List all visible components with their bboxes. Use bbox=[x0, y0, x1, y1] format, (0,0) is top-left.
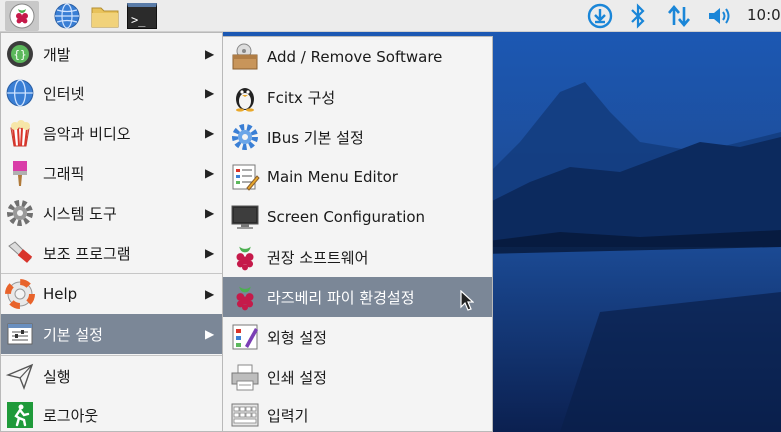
network-tray-icon[interactable] bbox=[664, 0, 694, 32]
raspberry-icon bbox=[9, 3, 35, 29]
chevron-right-icon: ▶ bbox=[205, 287, 215, 301]
bluetooth-icon bbox=[631, 3, 645, 29]
web-browser-launcher[interactable] bbox=[50, 1, 84, 31]
package-icon bbox=[229, 41, 261, 73]
volume-icon bbox=[709, 8, 730, 24]
keyboard-icon bbox=[229, 399, 261, 431]
chevron-right-icon: ▶ bbox=[205, 246, 215, 260]
menu-item-internet[interactable]: 인터넷 ▶ bbox=[1, 74, 222, 112]
download-icon bbox=[587, 3, 613, 29]
preferences-submenu: Add / Remove Software Fcitx 구성 IBus 기본 설… bbox=[222, 36, 493, 432]
bluetooth-tray-icon[interactable] bbox=[625, 0, 651, 32]
menu-separator bbox=[1, 355, 222, 356]
raspberry-icon bbox=[229, 241, 261, 273]
main-menu: {} 개발 ▶ 인터넷 ▶ 음악과 비디오 ▶ 그래픽 ▶ 시스템 도구 ▶ 보… bbox=[0, 32, 223, 432]
menu-item-multimedia[interactable]: 음악과 비디오 ▶ bbox=[1, 114, 222, 152]
submenu-item-ibus-preferences[interactable]: IBus 기본 설정 bbox=[223, 117, 492, 157]
appearance-icon bbox=[229, 321, 261, 353]
submenu-item-recommended-software[interactable]: 권장 소프트웨어 bbox=[223, 237, 492, 277]
menu-editor-icon bbox=[229, 161, 261, 193]
clock[interactable]: 10:0 bbox=[747, 6, 781, 24]
raspberry-icon bbox=[229, 281, 261, 313]
paintbrush-icon bbox=[4, 157, 36, 189]
terminal-icon: >_ bbox=[127, 3, 157, 29]
submenu-item-main-menu-editor[interactable]: Main Menu Editor bbox=[223, 157, 492, 197]
terminal-launcher[interactable]: >_ bbox=[125, 1, 159, 31]
preferences-icon bbox=[4, 318, 36, 350]
gear-icon bbox=[4, 197, 36, 229]
network-icon bbox=[668, 4, 690, 28]
monitor-icon bbox=[229, 201, 261, 233]
volume-tray-icon[interactable] bbox=[705, 0, 735, 32]
chevron-right-icon: ▶ bbox=[205, 166, 215, 180]
submenu-item-fcitx-config[interactable]: Fcitx 구성 bbox=[223, 77, 492, 117]
printer-icon bbox=[229, 361, 261, 393]
menu-item-logout[interactable]: 로그아웃 bbox=[1, 397, 222, 432]
submenu-item-raspberry-pi-configuration[interactable]: 라즈베리 파이 환경설정 bbox=[223, 277, 492, 317]
penguin-icon bbox=[229, 81, 261, 113]
popcorn-icon bbox=[4, 117, 36, 149]
globe-icon bbox=[4, 77, 36, 109]
menu-item-run[interactable]: 실행 bbox=[1, 357, 222, 395]
folder-icon bbox=[91, 7, 119, 28]
chevron-right-icon: ▶ bbox=[205, 126, 215, 140]
menu-item-graphics[interactable]: 그래픽 ▶ bbox=[1, 154, 222, 192]
submenu-item-screen-configuration[interactable]: Screen Configuration bbox=[223, 197, 492, 237]
mouse-cursor-icon bbox=[460, 290, 474, 311]
chevron-right-icon: ▶ bbox=[205, 86, 215, 100]
knife-icon bbox=[4, 237, 36, 269]
exit-icon bbox=[4, 399, 36, 431]
menu-separator bbox=[1, 273, 222, 274]
menu-item-programming[interactable]: {} 개발 ▶ bbox=[1, 36, 222, 72]
menu-item-help[interactable]: Help ▶ bbox=[1, 275, 222, 313]
globe-icon bbox=[54, 3, 80, 29]
svg-text:{}: {} bbox=[13, 48, 26, 61]
chevron-right-icon: ▶ bbox=[205, 327, 215, 341]
submenu-item-input-method[interactable]: 입력기 bbox=[223, 397, 492, 432]
top-panel: >_ 10:0 bbox=[0, 0, 781, 32]
file-manager-launcher[interactable] bbox=[88, 1, 122, 31]
chevron-right-icon: ▶ bbox=[205, 206, 215, 220]
gear-icon bbox=[229, 121, 261, 153]
programming-icon: {} bbox=[4, 38, 36, 70]
menu-item-system-tools[interactable]: 시스템 도구 ▶ bbox=[1, 194, 222, 232]
paper-plane-icon bbox=[4, 360, 36, 392]
download-tray-icon[interactable] bbox=[585, 0, 615, 32]
raspberry-menu-button[interactable] bbox=[5, 1, 39, 31]
menu-item-accessories[interactable]: 보조 프로그램 ▶ bbox=[1, 234, 222, 272]
chevron-right-icon: ▶ bbox=[205, 47, 215, 61]
menu-item-preferences[interactable]: 기본 설정 ▶ bbox=[1, 314, 222, 354]
submenu-item-add-remove-software[interactable]: Add / Remove Software bbox=[223, 37, 492, 77]
submenu-item-print-settings[interactable]: 인쇄 설정 bbox=[223, 357, 492, 397]
lifebuoy-icon bbox=[4, 278, 36, 310]
submenu-item-appearance-settings[interactable]: 외형 설정 bbox=[223, 317, 492, 357]
